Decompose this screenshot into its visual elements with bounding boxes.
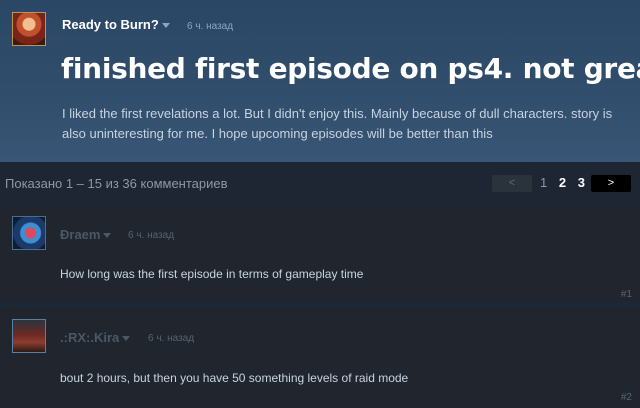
discussion-body: I liked the first revelations a lot. But… xyxy=(62,106,613,141)
author-name[interactable]: Ready to Burn? xyxy=(62,17,170,32)
page-link-2[interactable]: 2 xyxy=(559,175,566,190)
comment-timestamp: 6 ч. назад xyxy=(148,333,195,344)
comment-number: #1 xyxy=(620,289,632,300)
prev-page-button[interactable]: < xyxy=(492,175,532,192)
commenter-name-label[interactable]: .:RX:.Kira xyxy=(60,330,119,345)
chevron-down-icon[interactable] xyxy=(122,336,131,342)
commenter-name[interactable]: .:RX:.Kira xyxy=(60,330,131,345)
next-page-button[interactable]: > xyxy=(591,175,631,192)
author-name-label[interactable]: Ready to Burn? xyxy=(62,17,159,32)
chevron-down-icon[interactable] xyxy=(103,233,112,239)
comment-timestamp: 6 ч. назад xyxy=(128,230,175,241)
commenter-name[interactable]: Ðraem xyxy=(60,227,112,242)
post-timestamp: 6 ч. назад xyxy=(187,21,234,32)
commenter-avatar[interactable] xyxy=(12,216,46,250)
author-avatar[interactable] xyxy=(12,12,46,46)
chevron-down-icon[interactable] xyxy=(161,23,170,29)
page-links: 1 2 3 xyxy=(540,175,593,190)
comment-item xyxy=(0,206,640,302)
comment-text: bout 2 hours, but then you have 50 somet… xyxy=(60,371,409,385)
commenter-name-label[interactable]: Ðraem xyxy=(60,227,100,242)
commenter-avatar[interactable] xyxy=(12,319,46,353)
comment-number: #2 xyxy=(620,392,632,403)
comment-item xyxy=(0,307,640,408)
comment-count-summary: Показано 1 – 15 из 36 комментариев xyxy=(5,176,228,191)
page-link-3[interactable]: 3 xyxy=(578,175,585,190)
comment-text: How long was the first episode in terms … xyxy=(60,267,364,281)
discussion-title: finished first episode on ps4. not great xyxy=(61,52,640,85)
page-link-1[interactable]: 1 xyxy=(540,175,547,190)
